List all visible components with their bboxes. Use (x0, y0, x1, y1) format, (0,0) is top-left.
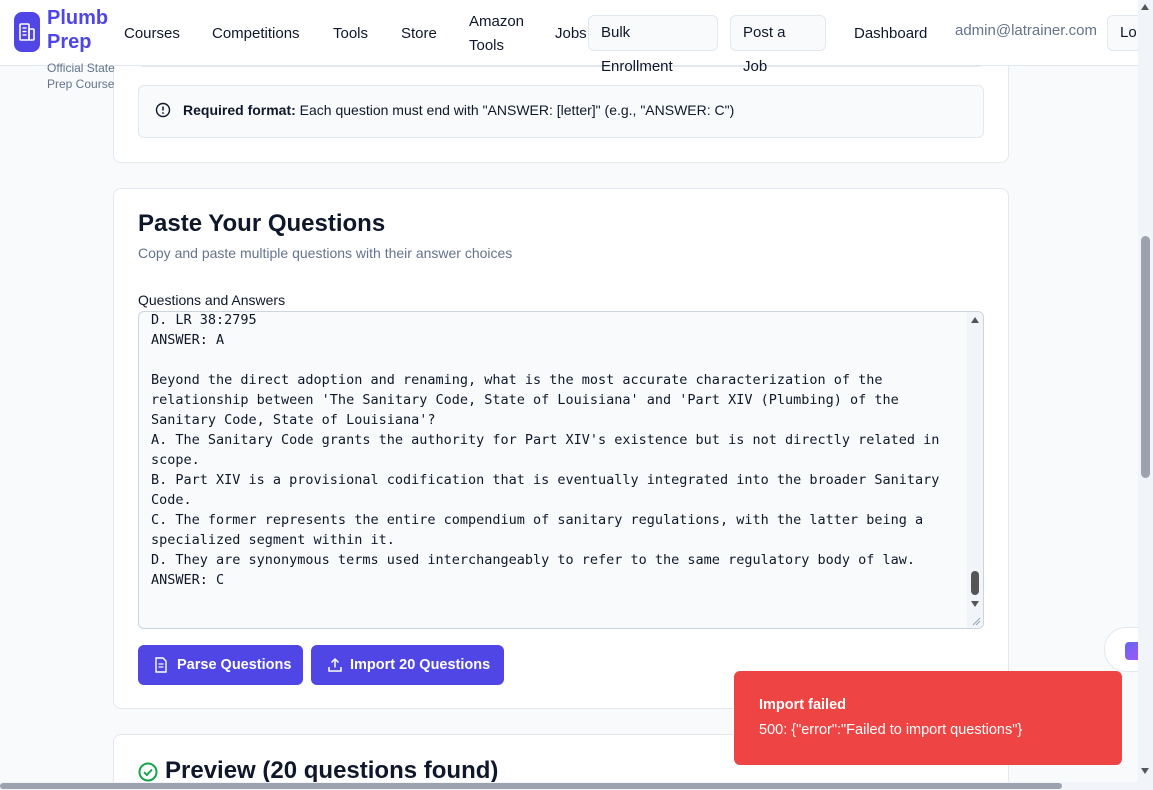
nav-amazon-tools-line-1[interactable]: Amazon (469, 10, 524, 34)
import-button-label: Import 20 Questions (350, 657, 491, 673)
paste-section-title: Paste Your Questions (138, 210, 386, 237)
toast-message: 500: {"error":"Failed to import question… (759, 722, 1023, 738)
questions-textarea[interactable]: D. LR 38:2795 ANSWER: A Beyond the direc… (138, 311, 984, 629)
nav-amazon-tools[interactable]: Amazon Tools (469, 10, 524, 58)
scroll-up-arrow-icon[interactable] (971, 317, 979, 323)
nav-dashboard[interactable]: Dashboard (854, 22, 927, 46)
check-circle-icon (138, 762, 158, 782)
required-format-notice: Required format: Each question must end … (138, 85, 984, 138)
nav-jobs[interactable]: Jobs (555, 22, 587, 46)
paste-section-subtitle: Copy and paste multiple questions with t… (138, 245, 513, 261)
toast-title: Import failed (759, 697, 847, 713)
nav-store[interactable]: Store (401, 22, 437, 46)
document-icon (155, 657, 167, 673)
error-toast[interactable]: Import failed 500: {"error":"Failed to i… (734, 671, 1122, 765)
notice-label: Required format: (183, 102, 296, 118)
page-scroll-down-icon[interactable] (1141, 768, 1149, 774)
questions-field-label: Questions and Answers (138, 292, 286, 308)
bulk-enrollment-button[interactable]: Bulk Enrollment (588, 15, 718, 75)
scroll-down-arrow-icon[interactable] (971, 601, 979, 607)
top-navigation-bar: Plumb Prep Courses Competitions Tools St… (0, 0, 1153, 75)
user-email: admin@latrainer.com (955, 22, 1097, 39)
parse-button-label: Parse Questions (177, 657, 292, 673)
info-icon (155, 102, 171, 118)
textarea-scroll-thumb[interactable] (971, 571, 979, 595)
brand-name[interactable]: Plumb Prep (47, 6, 108, 54)
import-questions-button[interactable]: Import 20 Questions (311, 645, 504, 685)
textarea-content[interactable]: D. LR 38:2795 ANSWER: A Beyond the direc… (151, 312, 961, 590)
notice-text: Required format: Each question must end … (183, 102, 734, 118)
page-horizontal-scrollbar[interactable] (0, 782, 1138, 790)
parse-questions-button[interactable]: Parse Questions (138, 645, 303, 685)
page-scroll-thumb[interactable] (1141, 236, 1150, 478)
nav-amazon-tools-line-2[interactable]: Tools (469, 34, 524, 58)
nav-courses[interactable]: Courses (124, 22, 180, 46)
brand-line-2[interactable]: Prep (47, 30, 108, 54)
textarea-scrollbar[interactable] (967, 312, 983, 628)
brand-tagline-line-2: Prep Course (47, 77, 115, 91)
preview-title: Preview (20 questions found) (165, 757, 499, 784)
brand-tagline-line-1: Official State (47, 61, 115, 75)
brand-tagline: Official State Prep Course (47, 60, 137, 92)
resize-handle-icon[interactable] (971, 616, 981, 626)
upload-icon (328, 657, 342, 672)
nav-tools[interactable]: Tools (333, 22, 368, 46)
logo-icon[interactable] (14, 12, 40, 52)
page-vertical-scrollbar[interactable] (1138, 0, 1153, 790)
nav-competitions[interactable]: Competitions (212, 22, 300, 46)
notice-body: Each question must end with "ANSWER: [le… (295, 102, 735, 118)
post-job-button[interactable]: Post a Job (730, 15, 826, 75)
page-scroll-up-icon[interactable] (1141, 4, 1149, 10)
brand-line-1[interactable]: Plumb (47, 6, 108, 30)
page-horizontal-scroll-thumb[interactable] (0, 783, 1062, 789)
